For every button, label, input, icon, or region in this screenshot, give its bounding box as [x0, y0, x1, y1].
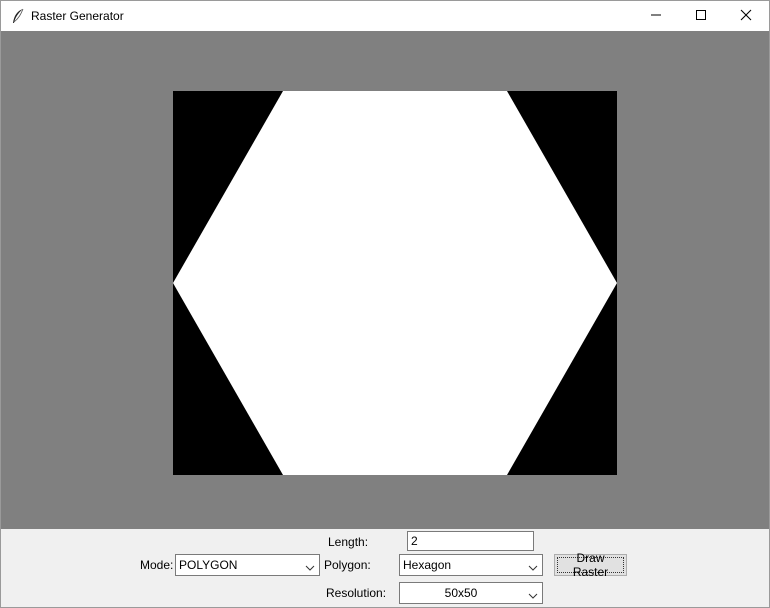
- title-bar: Raster Generator: [1, 1, 769, 31]
- app-window: Raster Generator Length: 2 Mode: POLYGON…: [0, 0, 770, 608]
- length-input[interactable]: [407, 531, 534, 551]
- maximize-button[interactable]: [678, 1, 724, 31]
- hexagon-shape: [173, 91, 617, 475]
- raster-image: [173, 91, 617, 475]
- maximize-icon: [695, 9, 707, 24]
- minimize-icon: [650, 9, 662, 24]
- mode-label: Mode:: [140, 558, 174, 572]
- resolution-selected-value: 50x50: [444, 586, 478, 600]
- chevron-down-icon: [305, 561, 315, 571]
- window-title: Raster Generator: [31, 9, 124, 23]
- draw-raster-label: Draw Raster: [557, 551, 624, 579]
- polygon-label: Polygon:: [324, 558, 371, 572]
- chevron-down-icon: [528, 561, 538, 571]
- draw-raster-button[interactable]: Draw Raster: [554, 551, 627, 579]
- minimize-button[interactable]: [633, 1, 679, 31]
- polygon-select[interactable]: Hexagon: [399, 554, 543, 576]
- resolution-label: Resolution:: [326, 586, 387, 600]
- mode-selected-value: POLYGON: [179, 558, 238, 572]
- chevron-down-icon: [528, 589, 538, 599]
- close-button[interactable]: [723, 1, 769, 31]
- close-icon: [740, 9, 752, 24]
- mode-select[interactable]: POLYGON: [175, 554, 320, 576]
- resolution-select[interactable]: 50x50: [399, 582, 543, 604]
- feather-icon: [11, 8, 25, 24]
- drawing-canvas: [1, 31, 769, 529]
- polygon-selected-value: Hexagon: [403, 558, 452, 572]
- length-label: Length:: [328, 535, 369, 549]
- control-panel: Length: Mode: POLYGON Polygon: Hexagon D…: [1, 529, 769, 607]
